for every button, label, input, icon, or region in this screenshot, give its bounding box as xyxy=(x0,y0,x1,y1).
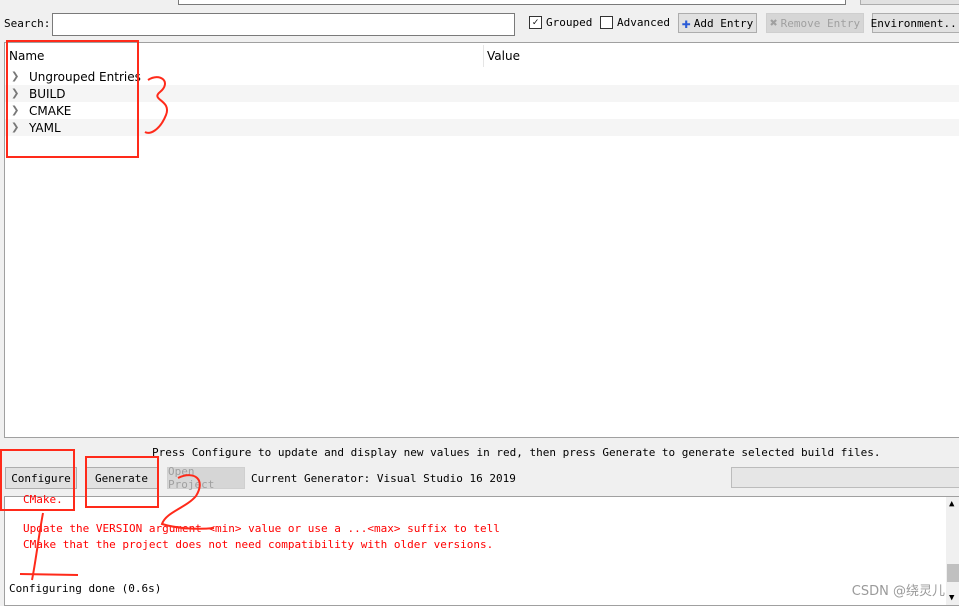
current-generator: Current Generator: Visual Studio 16 2019 xyxy=(251,472,516,485)
tree-row[interactable]: ❯ BUILD xyxy=(5,85,959,102)
environment-label: Environment... xyxy=(870,16,959,30)
tree-row[interactable]: ❯ CMAKE xyxy=(5,102,959,119)
status-text: Press Configure to update and display ne… xyxy=(152,446,881,459)
progress-bar xyxy=(731,467,959,488)
column-divider[interactable] xyxy=(483,45,484,67)
configure-label: Configure xyxy=(11,471,71,485)
checkbox-empty xyxy=(600,16,613,29)
output-log[interactable]: CMake. Update the VERSION argument <min>… xyxy=(4,493,959,606)
browse-button[interactable] xyxy=(860,0,959,5)
row-label: BUILD xyxy=(29,86,66,101)
checkmark-icon: ✓ xyxy=(529,16,542,29)
chevron-right-icon[interactable]: ❯ xyxy=(11,105,21,116)
column-name[interactable]: Name xyxy=(9,49,44,63)
remove-icon: ✖ xyxy=(769,15,778,31)
grouped-label: Grouped xyxy=(546,16,593,29)
log-line: Update the VERSION argument <min> value … xyxy=(23,522,500,535)
remove-entry-label: Remove Entry xyxy=(780,16,861,30)
open-project-label: Open Project xyxy=(168,465,215,491)
log-line: CMake. xyxy=(23,493,63,506)
scroll-down-icon[interactable]: ▼ xyxy=(949,593,954,603)
scroll-up-icon[interactable]: ▲ xyxy=(949,499,954,509)
configure-button[interactable]: Configure xyxy=(5,467,77,489)
log-line: CMake that the project does not need com… xyxy=(23,538,494,551)
tree-header: Name Value xyxy=(5,45,959,67)
plus-icon: ✚ xyxy=(681,14,691,32)
source-path-field[interactable] xyxy=(178,0,846,5)
chevron-right-icon[interactable]: ❯ xyxy=(11,71,21,82)
scrollbar[interactable]: ▲ ▼ xyxy=(946,497,959,605)
search-input[interactable] xyxy=(52,13,515,36)
advanced-label: Advanced xyxy=(617,16,670,29)
cache-tree[interactable]: Name Value ❯ Ungrouped Entries ❯ BUILD ❯ CM… xyxy=(4,42,959,438)
add-entry-button[interactable]: ✚ Add Entry xyxy=(678,13,757,33)
open-project-button[interactable]: Open Project xyxy=(167,465,245,491)
row-label: YAML xyxy=(29,120,61,135)
log-line: Configuring done (0.6s) xyxy=(9,582,162,595)
scroll-thumb[interactable] xyxy=(947,564,959,582)
row-label: CMAKE xyxy=(29,103,72,118)
generate-button[interactable]: Generate xyxy=(85,467,158,489)
search-label: Search: xyxy=(4,17,51,30)
environment-button[interactable]: Environment... xyxy=(870,13,959,33)
chevron-right-icon[interactable]: ❯ xyxy=(11,88,21,99)
advanced-checkbox[interactable]: Advanced xyxy=(600,16,670,29)
tree-row[interactable]: ❯ YAML xyxy=(5,119,959,136)
row-label: Ungrouped Entries xyxy=(29,69,141,84)
generate-label: Generate xyxy=(95,471,148,485)
remove-entry-button[interactable]: ✖ Remove Entry xyxy=(766,13,864,33)
add-entry-label: Add Entry xyxy=(693,16,754,30)
tree-row[interactable]: ❯ Ungrouped Entries xyxy=(5,68,959,85)
watermark: CSDN @绕灵儿 xyxy=(851,584,945,599)
grouped-checkbox[interactable]: ✓ Grouped xyxy=(529,16,592,29)
chevron-right-icon[interactable]: ❯ xyxy=(11,122,21,133)
column-value[interactable]: Value xyxy=(487,49,520,63)
